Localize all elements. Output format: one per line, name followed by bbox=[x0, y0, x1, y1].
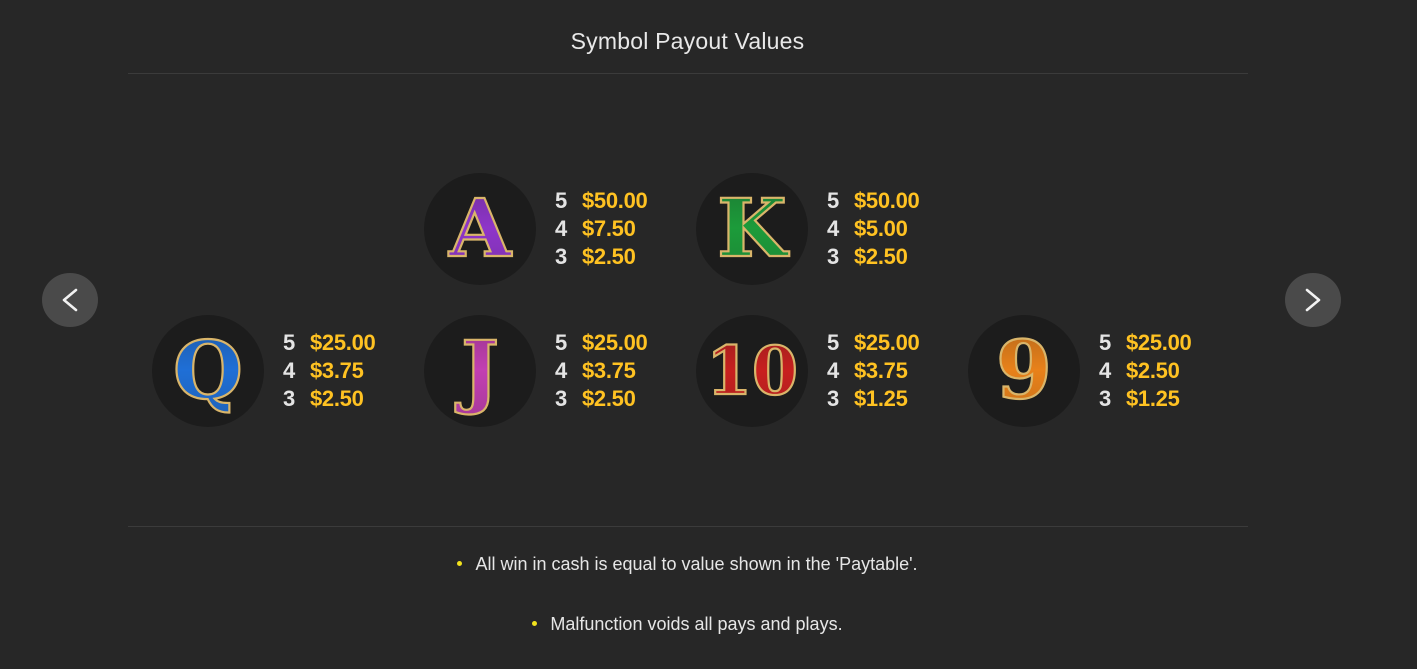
payout-value: $2.50 bbox=[310, 386, 364, 411]
symbol-glyph: A bbox=[448, 181, 512, 275]
symbol-badge: Q bbox=[152, 315, 264, 427]
payout-list: 5 $25.00 4 $3.75 3 $2.50 bbox=[283, 329, 376, 413]
payout-row: 4 $3.75 bbox=[283, 357, 376, 385]
note-text: All win in cash is equal to value shown … bbox=[475, 554, 918, 574]
letter-j-pink-icon: J bbox=[454, 322, 500, 418]
match-count: 5 bbox=[283, 330, 296, 355]
payout-row: 3 $1.25 bbox=[827, 385, 920, 413]
match-count: 4 bbox=[827, 358, 840, 383]
payout-value: $3.75 bbox=[310, 358, 364, 383]
letter-k-green-icon: K bbox=[716, 180, 790, 276]
payout-row: 3 $1.25 bbox=[1099, 385, 1192, 413]
symbol-glyph: K bbox=[717, 181, 789, 275]
payout-row: 5 $25.00 bbox=[555, 329, 648, 357]
match-count: 5 bbox=[1099, 330, 1112, 355]
match-count: 3 bbox=[827, 244, 840, 269]
symbol-badge: 10 bbox=[696, 315, 808, 427]
payout-value: $2.50 bbox=[854, 244, 908, 269]
payout-value: $5.00 bbox=[854, 216, 908, 241]
chevron-left-icon bbox=[62, 288, 78, 312]
match-count: 3 bbox=[283, 386, 296, 411]
payout-row: 3 $2.50 bbox=[283, 385, 376, 413]
note-text: Malfunction voids all pays and plays. bbox=[550, 614, 843, 634]
symbol-glyph: 9 bbox=[996, 323, 1052, 417]
symbol-badge: A bbox=[424, 173, 536, 285]
symbol-badge: K bbox=[696, 173, 808, 285]
payout-row: 5 $25.00 bbox=[1099, 329, 1192, 357]
number-10-red-icon: 10 bbox=[705, 331, 799, 411]
symbol-glyph: 10 bbox=[706, 332, 798, 410]
payout-value: $25.00 bbox=[310, 330, 376, 355]
payout-value: $1.25 bbox=[1126, 386, 1180, 411]
payout-list: 5 $50.00 4 $5.00 3 $2.50 bbox=[827, 187, 920, 271]
chevron-right-icon bbox=[1305, 288, 1321, 312]
payout-list: 5 $25.00 4 $3.75 3 $1.25 bbox=[827, 329, 920, 413]
previous-page-button[interactable] bbox=[42, 273, 98, 327]
match-count: 4 bbox=[827, 216, 840, 241]
bullet-icon bbox=[532, 620, 538, 626]
number-9-orange-icon: 9 bbox=[995, 322, 1053, 418]
note-item: All win in cash is equal to value shown … bbox=[0, 554, 1375, 575]
bottom-divider bbox=[128, 526, 1248, 527]
next-page-button[interactable] bbox=[1285, 273, 1341, 327]
payout-row: 5 $25.00 bbox=[283, 329, 376, 357]
letter-a-purple-icon: A bbox=[447, 180, 513, 276]
note-item: Malfunction voids all pays and plays. bbox=[0, 614, 1375, 635]
payout-value: $50.00 bbox=[582, 188, 648, 213]
bullet-icon bbox=[457, 560, 463, 566]
payout-row: 5 $50.00 bbox=[827, 187, 920, 215]
page-title: Symbol Payout Values bbox=[570, 28, 805, 54]
symbol-glyph: Q bbox=[173, 323, 243, 417]
symbol-payout-item: 9 5 $25.00 4 $2.50 3 $1.25 bbox=[968, 315, 1192, 427]
match-count: 5 bbox=[555, 330, 568, 355]
payout-value: $3.75 bbox=[582, 358, 636, 383]
payout-row: 4 $3.75 bbox=[827, 357, 920, 385]
match-count: 5 bbox=[827, 188, 840, 213]
paytable-page: Symbol Payout Values A 5 $50.00 4 $7.50 3 $2.5… bbox=[0, 0, 1417, 669]
match-count: 5 bbox=[555, 188, 568, 213]
match-count: 4 bbox=[555, 216, 568, 241]
payout-row: 4 $7.50 bbox=[555, 215, 648, 243]
payout-value: $25.00 bbox=[582, 330, 648, 355]
payout-list: 5 $25.00 4 $3.75 3 $2.50 bbox=[555, 329, 648, 413]
payout-list: 5 $50.00 4 $7.50 3 $2.50 bbox=[555, 187, 648, 271]
match-count: 3 bbox=[1099, 386, 1112, 411]
payout-row: 4 $3.75 bbox=[555, 357, 648, 385]
payout-row: 4 $5.00 bbox=[827, 215, 920, 243]
payout-row: 5 $50.00 bbox=[555, 187, 648, 215]
payout-value: $7.50 bbox=[582, 216, 636, 241]
payout-list: 5 $25.00 4 $2.50 3 $1.25 bbox=[1099, 329, 1192, 413]
symbol-payout-item: A 5 $50.00 4 $7.50 3 $2.50 bbox=[424, 173, 648, 285]
payout-value: $25.00 bbox=[854, 330, 920, 355]
payout-value: $1.25 bbox=[854, 386, 908, 411]
payout-row: 5 $25.00 bbox=[827, 329, 920, 357]
match-count: 3 bbox=[555, 244, 568, 269]
payout-value: $2.50 bbox=[582, 386, 636, 411]
payout-row: 3 $2.50 bbox=[555, 385, 648, 413]
payout-value: $25.00 bbox=[1126, 330, 1192, 355]
payout-value: $50.00 bbox=[854, 188, 920, 213]
symbol-glyph: J bbox=[455, 323, 499, 417]
symbol-payout-item: J 5 $25.00 4 $3.75 3 $2.50 bbox=[424, 315, 648, 427]
match-count: 3 bbox=[555, 386, 568, 411]
symbol-payout-item: 10 5 $25.00 4 $3.75 3 $1.25 bbox=[696, 315, 920, 427]
payout-value: $2.50 bbox=[582, 244, 636, 269]
payout-value: $3.75 bbox=[854, 358, 908, 383]
payout-row: 3 $2.50 bbox=[555, 243, 648, 271]
top-divider bbox=[128, 73, 1248, 74]
match-count: 4 bbox=[283, 358, 296, 383]
match-count: 5 bbox=[827, 330, 840, 355]
payout-row: 4 $2.50 bbox=[1099, 357, 1192, 385]
symbol-payout-item: K 5 $50.00 4 $5.00 3 $2.50 bbox=[696, 173, 920, 285]
symbol-badge: J bbox=[424, 315, 536, 427]
match-count: 4 bbox=[1099, 358, 1112, 383]
match-count: 4 bbox=[555, 358, 568, 383]
payout-value: $2.50 bbox=[1126, 358, 1180, 383]
symbol-payout-item: Q 5 $25.00 4 $3.75 3 $2.50 bbox=[152, 315, 376, 427]
letter-q-blue-icon: Q bbox=[172, 322, 244, 418]
symbol-badge: 9 bbox=[968, 315, 1080, 427]
match-count: 3 bbox=[827, 386, 840, 411]
payout-row: 3 $2.50 bbox=[827, 243, 920, 271]
